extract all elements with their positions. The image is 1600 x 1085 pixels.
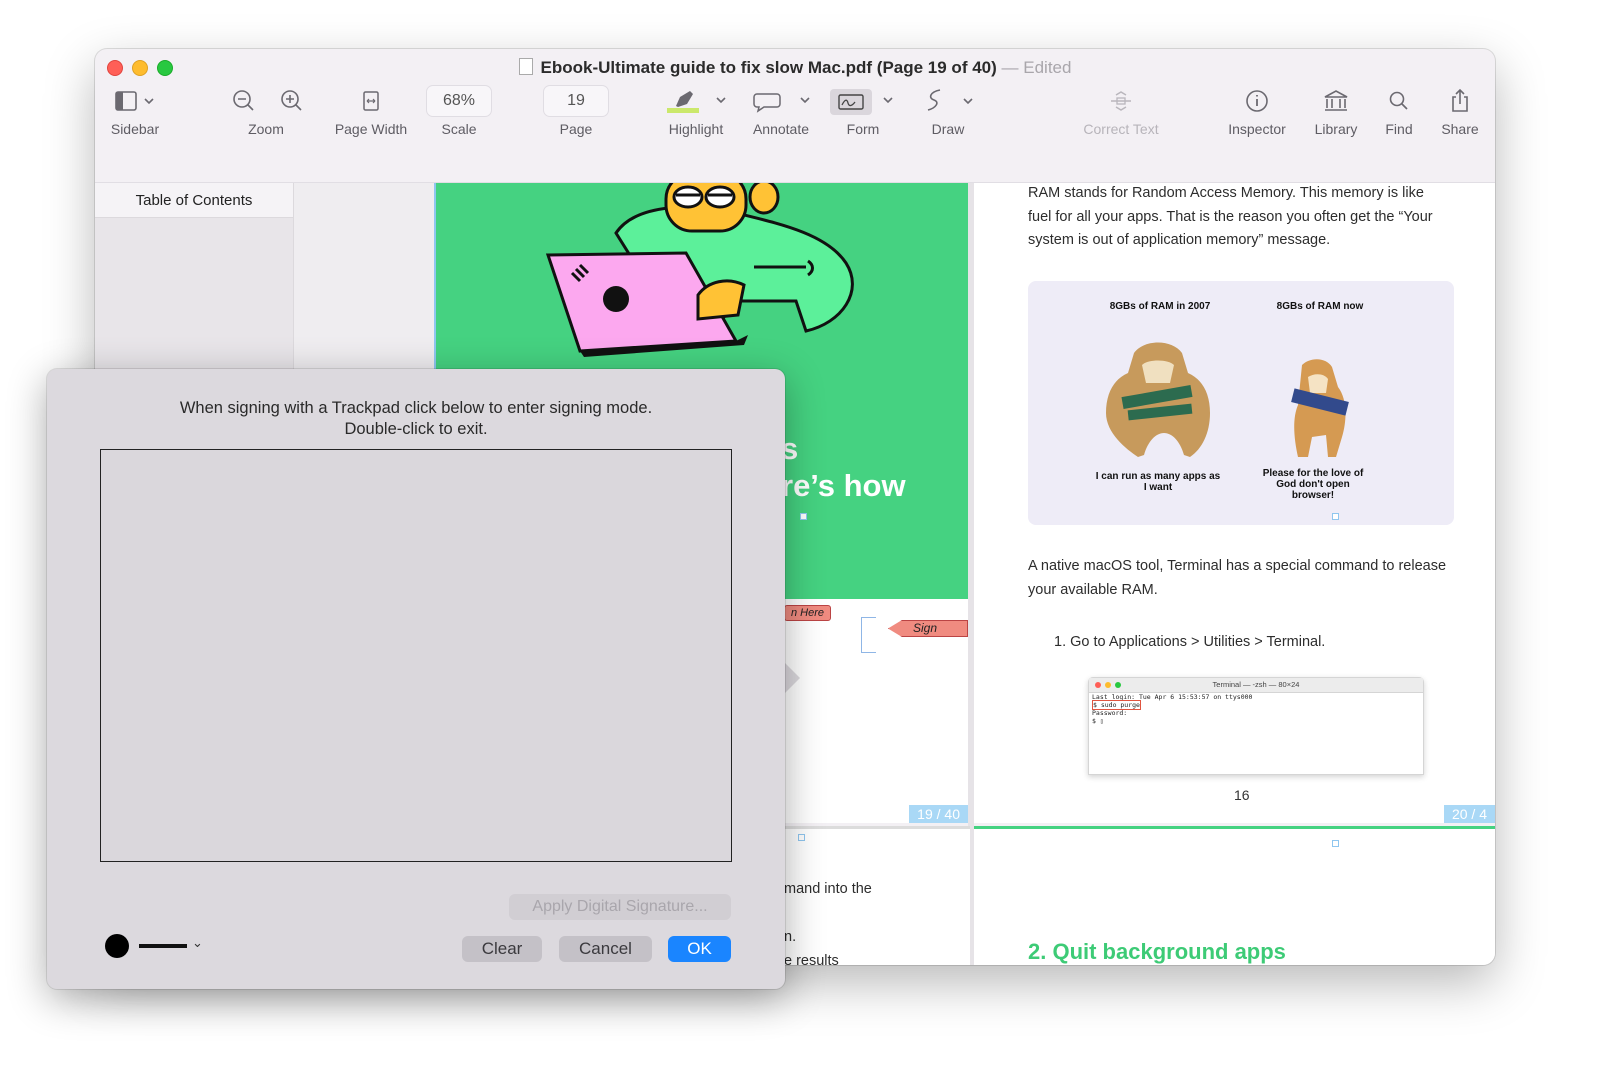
clear-button[interactable]: Clear — [462, 936, 542, 962]
page-label: Page — [559, 121, 593, 137]
share-button[interactable]: Share — [1437, 85, 1483, 137]
title-separator: — — [1001, 58, 1019, 77]
annotate-label: Annotate — [752, 121, 810, 137]
pen-thickness-icon[interactable] — [139, 944, 187, 948]
sheet-pointer-arrow — [785, 663, 800, 693]
selection-handle[interactable] — [800, 513, 807, 520]
page-21-preview: 2. Quit background apps — [974, 826, 1495, 965]
lower-text-3: e results — [784, 953, 839, 965]
sidebar-label: Sidebar — [110, 121, 160, 137]
selection-handle[interactable] — [798, 834, 805, 841]
inspector-label: Inspector — [1228, 121, 1286, 137]
selection-handle[interactable] — [1332, 840, 1339, 847]
title-bar: Ebook-Ultimate guide to fix slow Mac.pdf… — [95, 49, 1495, 85]
page-width-label: Page Width — [334, 121, 408, 137]
info-icon — [1222, 85, 1292, 117]
terminal-line-4: $ ▯ — [1092, 717, 1104, 725]
meme-right-caption: Please for the love of God don't open br… — [1262, 468, 1364, 501]
library-label: Library — [1314, 121, 1358, 137]
page-width-icon — [329, 85, 413, 117]
printed-page-number: 16 — [1234, 787, 1250, 803]
cover-heading-line2: re’s how — [781, 468, 906, 503]
signature-pad[interactable] — [100, 449, 732, 862]
lower-text-2: n. — [784, 929, 797, 945]
share-icon — [1437, 85, 1483, 117]
pen-options-chevron-icon[interactable]: ⌄ — [192, 935, 203, 951]
terminal-title-text: Terminal — -zsh — 80×24 — [1212, 680, 1300, 689]
correct-text-label: Correct Text — [1083, 121, 1159, 137]
form-label: Form — [846, 121, 880, 137]
pen-color-swatch[interactable] — [105, 934, 129, 958]
signature-field-bracket — [861, 617, 876, 653]
lower-text-1: mand into the — [784, 881, 872, 897]
zoom-icons — [223, 85, 309, 117]
find-label: Find — [1385, 121, 1413, 137]
ok-button[interactable]: OK — [668, 936, 731, 962]
annotate-button[interactable]: Annotate — [745, 85, 817, 137]
page-field[interactable]: 19 — [543, 85, 609, 117]
toolbar: Sidebar Zoom Page Width 68% Scale 19 Pag… — [95, 85, 1495, 220]
edited-status: Edited — [1023, 58, 1072, 77]
page-indicator-20: 20 / 4 — [1443, 805, 1495, 823]
step-1: 1. Go to Applications > Utilities > Term… — [1054, 634, 1326, 650]
sign-here-tag[interactable]: n Here — [784, 605, 832, 621]
highlight-button[interactable]: Highlight — [660, 85, 732, 137]
window-title: Ebook-Ultimate guide to fix slow Mac.pdf… — [95, 58, 1495, 78]
page-20: RAM stands for Random Access Memory. Thi… — [974, 183, 1495, 823]
library-icon — [1305, 85, 1367, 117]
correct-text-icon — [1075, 85, 1167, 117]
apply-digital-signature-button[interactable]: Apply Digital Signature... — [509, 894, 731, 920]
scale-control[interactable]: 68% Scale — [426, 85, 492, 137]
scale-field[interactable]: 68% — [426, 85, 492, 117]
sidebar-icon — [105, 85, 165, 117]
sidebar-button[interactable]: Sidebar — [105, 85, 165, 137]
page-indicator-19: 19 / 40 — [909, 805, 968, 823]
page-control[interactable]: 19 Page — [543, 85, 609, 137]
signing-instructions: When signing with a Trackpad click below… — [47, 398, 785, 440]
instruction-line-1: When signing with a Trackpad click below… — [179, 399, 653, 417]
terminal-paragraph: A native macOS tool, Terminal has a spec… — [1028, 558, 1447, 598]
zoom-label: Zoom — [248, 121, 284, 137]
section-heading: 2. Quit background apps — [1028, 939, 1286, 964]
highlighter-icon — [660, 85, 732, 117]
signature-form-icon — [825, 85, 901, 117]
library-button[interactable]: Library — [1305, 85, 1367, 137]
ram-paragraph: RAM stands for Random Access Memory. Thi… — [1028, 185, 1433, 248]
inspector-button[interactable]: Inspector — [1222, 85, 1292, 137]
instruction-line-2: Double-click to exit. — [344, 420, 488, 438]
ram-meme-image: 8GBs of RAM in 2007 8GBs of RAM now I ca… — [1028, 281, 1454, 525]
scale-label: Scale — [441, 121, 477, 137]
selection-handle[interactable] — [1332, 513, 1339, 520]
buff-doge-image — [1106, 342, 1210, 457]
terminal-title: Terminal — -zsh — 80×24 — [1089, 678, 1423, 693]
zoom-control[interactable]: Zoom — [223, 85, 309, 137]
cheems-doge-image — [1291, 359, 1349, 457]
signature-sheet: When signing with a Trackpad click below… — [47, 369, 785, 989]
share-label: Share — [1441, 121, 1479, 137]
draw-pen-icon — [913, 85, 983, 117]
highlight-label: Highlight — [668, 121, 724, 137]
table-of-contents-header[interactable]: Table of Contents — [95, 183, 293, 218]
meme-left-caption: I can run as many apps as I want — [1095, 471, 1221, 493]
meme-right-title: 8GBs of RAM now — [1276, 301, 1364, 312]
document-title: Ebook-Ultimate guide to fix slow Mac.pdf… — [540, 58, 997, 77]
correct-text-button[interactable]: Correct Text — [1075, 85, 1167, 137]
search-icon — [1377, 85, 1421, 117]
page-width-button[interactable]: Page Width — [329, 85, 413, 137]
sign-here-arrow-tag[interactable]: Sign Here — [888, 620, 968, 637]
draw-button[interactable]: Draw — [913, 85, 983, 137]
cancel-button[interactable]: Cancel — [559, 936, 652, 962]
meme-left-title: 8GBs of RAM in 2007 — [1109, 301, 1211, 312]
terminal-screenshot: Terminal — -zsh — 80×24 Last login: Tue … — [1088, 677, 1424, 775]
draw-label: Draw — [931, 121, 965, 137]
terminal-line-3: Password: — [1092, 709, 1128, 717]
pdf-document-icon — [518, 58, 533, 75]
find-button[interactable]: Find — [1377, 85, 1421, 137]
speech-bubble-icon — [745, 85, 817, 117]
form-button[interactable]: Form — [825, 85, 901, 137]
